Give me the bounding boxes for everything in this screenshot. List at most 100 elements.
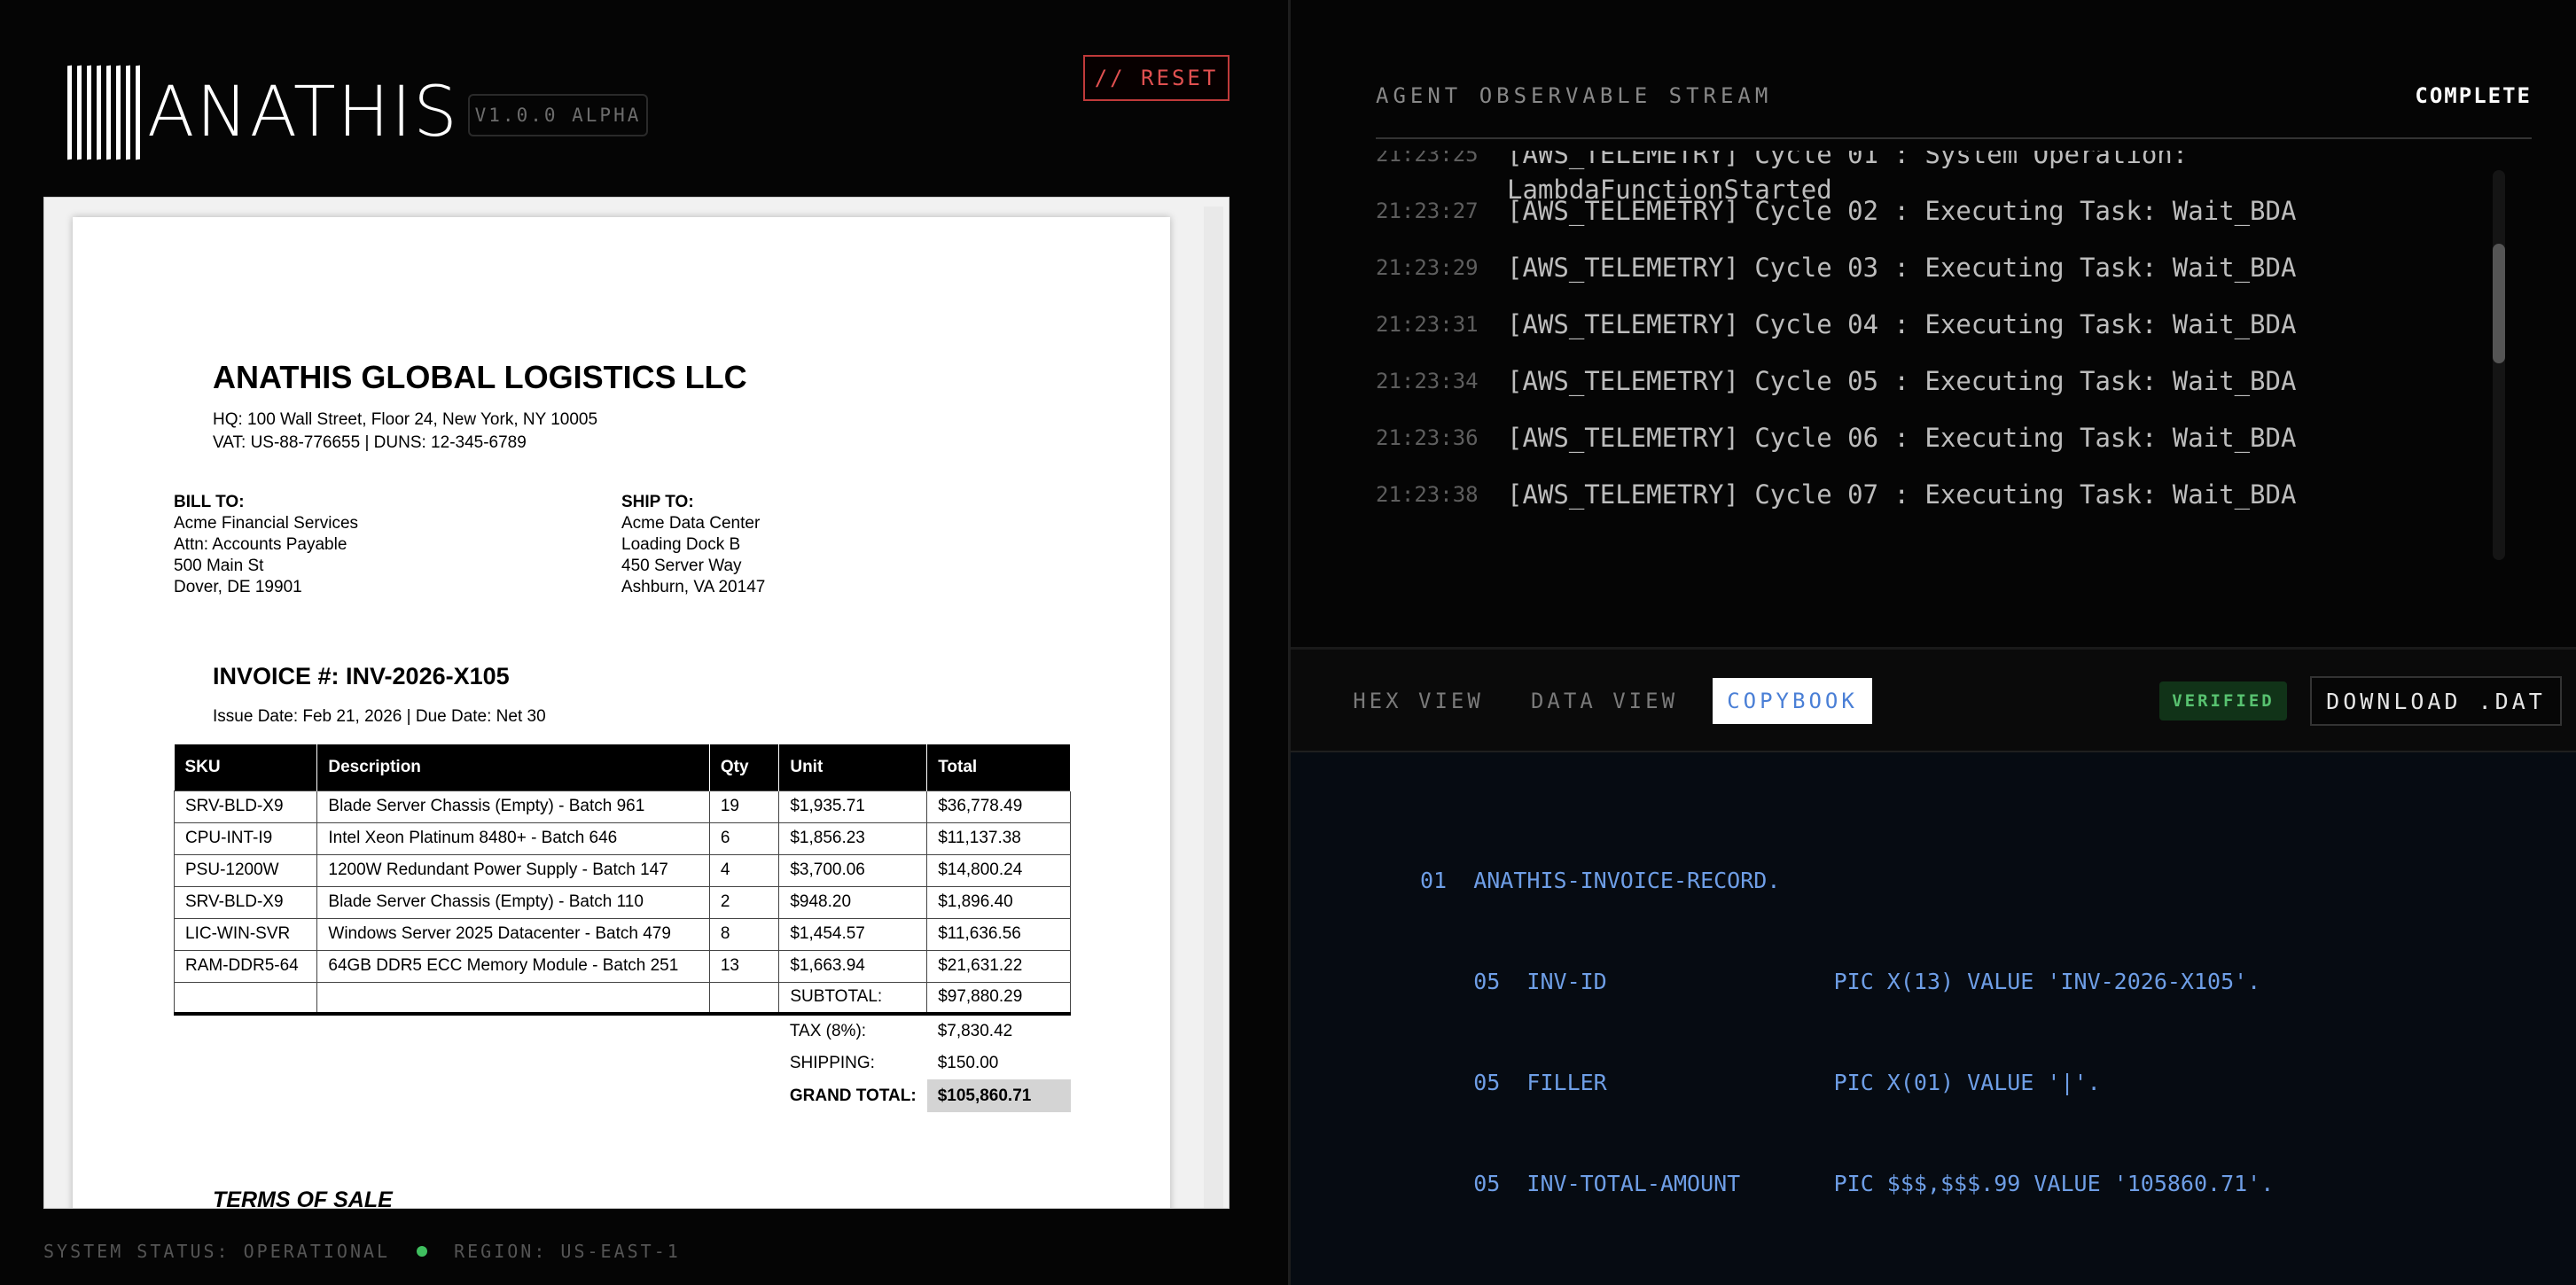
log-timestamp: 21:23:29: [1376, 255, 1479, 280]
company-name: ANATHIS GLOBAL LOGISTICS LLC: [213, 359, 747, 395]
ship-to-block: SHIP TO: Acme Data Center Loading Dock B…: [621, 493, 766, 596]
table-cell: $14,800.24: [926, 853, 1071, 887]
app-root: ANATHIS V1.0.0 ALPHA // RESET ANATHIS GL…: [0, 0, 2576, 1285]
document-viewer[interactable]: ANATHIS GLOBAL LOGISTICS LLC HQ: 100 Wal…: [43, 197, 1229, 1209]
table-cell: SRV-BLD-X9: [173, 790, 318, 823]
table-cell: SRV-BLD-X9: [173, 885, 318, 919]
status-dot-icon: [417, 1246, 428, 1257]
verified-badge: VERIFIED: [2159, 681, 2287, 720]
column-header: Qty: [709, 744, 780, 790]
log-message: [AWS_TELEMETRY] Cycle 02 : Executing Tas…: [1507, 196, 2297, 226]
tax-label: TAX (8%):: [789, 1021, 867, 1040]
grand-total-label: GRAND TOTAL:: [789, 1086, 917, 1105]
table-cell: 1200W Redundant Power Supply - Batch 147: [316, 853, 710, 887]
table-row: LIC-WIN-SVR Windows Server 2025 Datacente…: [173, 917, 1071, 951]
copybook-pane: 01 ANATHIS-INVOICE-RECORD. 05 INV-ID PIC…: [1291, 752, 2576, 1285]
table-cell: $3,700.06: [778, 853, 928, 887]
code-line: 05 FILLER PIC X(01) VALUE '|'.: [1420, 1070, 2101, 1095]
grand-total-row: GRAND TOTAL: $105,860.71: [175, 1079, 1071, 1112]
code-line: 05 INV-ID PIC X(13) VALUE 'INV-2026-X105…: [1420, 969, 2261, 994]
download-dat-button[interactable]: DOWNLOAD .DAT: [2310, 676, 2562, 726]
stream-scrollbar-thumb[interactable]: [2493, 244, 2505, 363]
log-entry: 21:23:34 [AWS_TELEMETRY] Cycle 05 : Execu…: [1376, 363, 2475, 399]
stream-scrollbar-track[interactable]: [2493, 170, 2505, 560]
log-timestamp: 21:23:38: [1376, 482, 1479, 507]
table-cell: $1,856.23: [778, 822, 928, 855]
region-text: REGION: US-EAST-1: [454, 1241, 681, 1262]
agent-stream-panel: AGENT OBSERVABLE STREAM COMPLETE 21:23:2…: [1291, 0, 2576, 647]
table-cell: RAM-DDR5-64: [173, 949, 318, 983]
log-timestamp: 21:23:36: [1376, 425, 1479, 450]
invoice-dates: Issue Date: Feb 21, 2026 | Due Date: Net…: [213, 707, 546, 726]
log-message: [AWS_TELEMETRY] Cycle 04 : Executing Tas…: [1507, 309, 2297, 339]
tab-copybook[interactable]: COPYBOOK: [1713, 678, 1872, 724]
table-row: CPU-INT-I9 Intel Xeon Platinum 8480+ - Ba…: [173, 822, 1071, 855]
system-status-bar: SYSTEM STATUS: OPERATIONAL REGION: US-EA…: [43, 1241, 681, 1262]
table-row: SRV-BLD-X9 Blade Server Chassis (Empty) -…: [173, 885, 1071, 919]
log-message: [AWS_TELEMETRY] Cycle 03 : Executing Tas…: [1507, 253, 2297, 283]
column-header: Total: [926, 744, 1071, 790]
table-cell: $1,896.40: [926, 885, 1071, 919]
table-cell: Intel Xeon Platinum 8480+ - Batch 646: [316, 822, 710, 855]
log-timestamp: 21:23:27: [1376, 199, 1479, 223]
tax-row: TAX (8%): $7,830.42: [175, 1014, 1071, 1047]
log-entry: 21:23:27 [AWS_TELEMETRY] Cycle 02 : Execu…: [1376, 193, 2475, 229]
table-body: SRV-BLD-X9 Blade Server Chassis (Empty) -…: [173, 790, 1071, 1112]
tax-value: $7,830.42: [937, 1021, 1013, 1040]
column-header: Unit: [778, 744, 928, 790]
tab-data-view[interactable]: DATA VIEW: [1526, 678, 1682, 724]
brand-name: ANATHIS: [147, 73, 459, 152]
table-cell: $36,778.49: [926, 790, 1071, 823]
subtotal-value: $97,880.29: [926, 981, 1071, 1016]
subtotal-label: SUBTOTAL:: [778, 981, 928, 1016]
left-panel: ANATHIS V1.0.0 ALPHA // RESET ANATHIS GL…: [0, 0, 1288, 1285]
company-address: HQ: 100 Wall Street, Floor 24, New York,…: [213, 410, 598, 452]
log-entry: 21:23:29 [AWS_TELEMETRY] Cycle 03 : Execu…: [1376, 250, 2475, 285]
table-cell: $1,935.71: [778, 790, 928, 823]
stream-title: AGENT OBSERVABLE STREAM: [1376, 83, 1773, 108]
code-line: 05 INV-TOTAL-AMOUNT PIC $$$,$$$.99 VALUE…: [1420, 1171, 2275, 1196]
table-cell: Blade Server Chassis (Empty) - Batch 110: [316, 885, 710, 919]
log-entry: 21:23:38 [AWS_TELEMETRY] Cycle 07 : Execu…: [1376, 477, 2475, 512]
log-message: [AWS_TELEMETRY] Cycle 06 : Executing Tas…: [1507, 423, 2297, 453]
version-badge: V1.0.0 ALPHA: [468, 94, 648, 136]
grand-total-value: $105,860.71: [926, 1079, 1071, 1112]
log-entry: 21:23:31 [AWS_TELEMETRY] Cycle 04 : Execu…: [1376, 307, 2475, 342]
log-message: [AWS_TELEMETRY] Cycle 07 : Executing Tas…: [1507, 479, 2297, 510]
column-header: Description: [316, 744, 710, 790]
table-cell: 19: [708, 790, 780, 823]
table-header-row: SKU Description Qty Unit Total: [174, 744, 1071, 790]
bill-to-block: BILL TO: Acme Financial Services Attn: A…: [174, 493, 359, 596]
table-cell: Blade Server Chassis (Empty) - Batch 961: [316, 790, 710, 823]
terms-heading: TERMS OF SALE: [213, 1188, 393, 1209]
shipping-label: SHIPPING:: [789, 1053, 875, 1072]
table-cell: 2: [708, 885, 780, 919]
log-message: [AWS_TELEMETRY] Cycle 05 : Executing Tas…: [1507, 366, 2297, 396]
table-cell: LIC-WIN-SVR: [173, 917, 318, 951]
stream-status: COMPLETE: [2415, 83, 2532, 108]
table-cell: $21,631.22: [926, 949, 1071, 983]
copybook-code: 01 ANATHIS-INVOICE-RECORD. 05 INV-ID PIC…: [1420, 797, 2274, 1268]
table-cell: CPU-INT-I9: [173, 822, 318, 855]
log-entry: 21:23:36 [AWS_TELEMETRY] Cycle 06 : Execu…: [1376, 420, 2475, 456]
table-cell: $1,454.57: [778, 917, 928, 951]
table-cell: 13: [708, 949, 780, 983]
stream-divider: [1376, 137, 2532, 139]
table-cell: $1,663.94: [778, 949, 928, 983]
log-timestamp: 21:23:31: [1376, 312, 1479, 337]
table-cell: $11,636.56: [926, 917, 1071, 951]
table-cell: 8: [708, 917, 780, 951]
table-cell: Windows Server 2025 Datacenter - Batch 4…: [316, 917, 710, 951]
subtotal-row: SUBTOTAL: $97,880.29: [173, 981, 1071, 1016]
tab-hex-view[interactable]: HEX VIEW: [1340, 678, 1496, 724]
column-header: SKU: [174, 744, 318, 790]
view-tabs-bar: HEX VIEW DATA VIEW COPYBOOK VERIFIED DOW…: [1291, 650, 2576, 752]
reset-button[interactable]: // RESET: [1083, 55, 1229, 101]
line-items-table: SKU Description Qty Unit Total SRV-BLD-X…: [173, 744, 1071, 1112]
table-cell: 64GB DDR5 ECC Memory Module - Batch 251: [316, 949, 710, 983]
table-cell: PSU-1200W: [173, 853, 318, 887]
document-scrollbar[interactable]: [1204, 206, 1223, 1208]
invoice-page: ANATHIS GLOBAL LOGISTICS LLC HQ: 100 Wal…: [73, 217, 1170, 1209]
stream-log[interactable]: 21:23:25 [AWS_TELEMETRY] Cycle 01 : Syste…: [1376, 151, 2475, 567]
brand-logo: ANATHIS: [67, 65, 459, 160]
